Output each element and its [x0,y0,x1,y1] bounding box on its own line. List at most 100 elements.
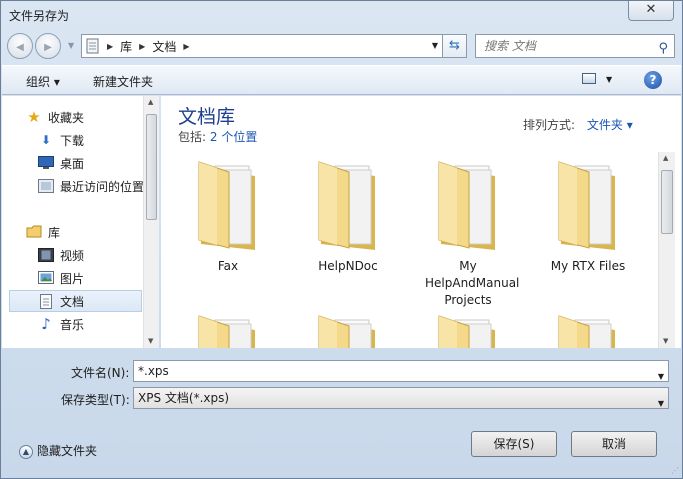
includes-locations-link[interactable]: 2 个位置 [210,130,257,144]
folder-item[interactable] [173,312,283,348]
scrollbar-thumb[interactable] [661,170,673,234]
pictures-icon [38,271,54,285]
sidebar-item-libraries[interactable]: 库 [26,221,60,243]
cancel-button[interactable]: 取消 [571,431,657,457]
folder-icon [318,315,375,348]
filetype-label: 保存类型(T): [61,393,130,407]
breadcrumb-separator-icon: ▶ [139,41,146,51]
scrollbar-thumb[interactable] [146,114,157,220]
sidebar-item-label: 视频 [60,248,85,263]
view-options-icon[interactable] [582,73,596,84]
window-title: 文件另存为 [9,9,70,23]
forward-button[interactable]: ▶ [35,33,61,59]
folder-name: My HelpAndManual Projects [425,259,520,307]
search-icon[interactable]: ⚲ [658,38,668,60]
new-folder-button[interactable]: 新建文件夹 [93,73,153,90]
folder-item[interactable]: My RTX Files [533,158,643,275]
collapse-arrow-icon: ▲ [19,444,33,459]
hide-folders-label: 隐藏文件夹 [37,444,98,458]
scroll-down-icon[interactable]: ▼ [148,337,153,345]
breadcrumb-documents[interactable]: 文档 [152,38,176,55]
library-icon [26,225,42,239]
navigation-scrollbar[interactable]: ▲ ▼ [143,96,159,348]
refresh-icon: ⇆ [449,38,460,53]
resize-grip-icon[interactable]: ⋰ [671,466,679,475]
folder-icon [198,161,255,250]
library-title: 文档库 [178,106,236,128]
recent-pages-chevron-icon[interactable]: ▼ [68,41,74,50]
folder-icon [438,315,495,348]
sidebar-item-downloads[interactable]: ⬇ 下载 [38,129,84,151]
arrange-by-label: 排列方式: [523,118,576,132]
folder-item[interactable] [533,312,643,348]
folder-icon [318,161,375,250]
arrange-by: 排列方式: 文件夹 ▾ [523,116,633,133]
video-icon [38,248,54,262]
folder-icon [438,161,495,250]
folder-icon [198,315,255,348]
sidebar-item-pictures[interactable]: 图片 [38,267,84,289]
sidebar-item-recent-places[interactable]: 最近访问的位置 [38,175,144,197]
scroll-up-icon[interactable]: ▲ [148,98,153,106]
save-as-dialog: 文件另存为 ✕ ◀ ▶ ▼ ▶ 库 ▶ 文档 ▶ ▼ ⇆ 搜索 文档 ⚲ 组织 … [0,0,683,479]
back-arrow-icon: ◀ [16,42,24,53]
star-icon: ★ [27,108,41,126]
breadcrumb-library[interactable]: 库 [120,38,132,55]
view-dropdown-icon[interactable]: ▼ [606,75,612,84]
sidebar-item-desktop[interactable]: 桌面 [38,152,84,174]
sidebar-item-music[interactable]: ♪ 音乐 [38,313,84,335]
organize-menu[interactable]: 组织 ▾ [26,73,60,90]
filetype-value: XPS 文档(*.xps) [138,391,230,405]
close-button[interactable]: ✕ [628,1,674,21]
includes-label: 包括: [178,130,207,144]
hide-folders-toggle[interactable]: ▲ 隐藏文件夹 [19,442,97,459]
filename-dropdown-icon[interactable]: ▼ [658,367,664,387]
folder-item[interactable] [293,312,403,348]
music-icon: ♪ [41,315,51,333]
filetype-dropdown-icon[interactable]: ▼ [658,394,664,414]
address-dropdown-icon[interactable]: ▼ [432,41,438,50]
breadcrumb-separator-icon: ▶ [107,41,114,51]
folder-icon [558,315,615,348]
filename-value: *.xps [138,364,169,378]
folder-name: Fax [217,259,239,273]
sidebar-item-label: 音乐 [60,317,85,332]
filetype-select[interactable]: XPS 文档(*.xps) ▼ [133,387,669,409]
sidebar-item-documents[interactable]: 文档 [9,290,142,312]
title-bar: 文件另存为 ✕ [1,1,682,31]
command-toolbar: 组织 ▾ 新建文件夹 ▼ ? [2,65,681,95]
arrange-by-dropdown[interactable]: 文件夹 ▾ [587,118,633,132]
folder-item[interactable]: Fax [173,158,283,275]
library-includes: 包括: 2 个位置 [178,128,257,145]
folder-icon [558,161,615,250]
scroll-up-icon[interactable]: ▲ [663,154,668,162]
sidebar-item-videos[interactable]: 视频 [38,244,84,266]
search-placeholder: 搜索 文档 [484,39,536,53]
sidebar-item-label: 桌面 [60,156,85,171]
folder-item[interactable]: My HelpAndManual Projects [413,158,523,309]
scroll-down-icon[interactable]: ▼ [663,337,668,345]
breadcrumb-separator-icon: ▶ [183,41,190,51]
back-button[interactable]: ◀ [7,33,33,59]
help-icon[interactable]: ? [644,71,662,89]
search-input[interactable]: 搜索 文档 ⚲ [475,34,675,58]
folder-location-icon [86,38,99,54]
content-scrollbar[interactable]: ▲ ▼ [658,152,675,348]
address-bar[interactable]: ▶ 库 ▶ 文档 ▶ ▼ [81,34,443,58]
folder-item[interactable]: HelpNDoc [293,158,403,275]
desktop-icon [38,156,54,170]
refresh-button[interactable]: ⇆ [443,34,467,58]
sidebar-item-favorites[interactable]: ★ 收藏夹 [26,106,84,128]
file-list-pane: 文档库 包括: 2 个位置 排列方式: 文件夹 ▾ Fax HelpNDoc M… [161,96,681,348]
sidebar-item-label: 图片 [60,271,85,286]
sidebar-item-label: 库 [48,225,61,240]
folder-name: HelpNDoc [318,259,378,273]
filename-label: 文件名(N): [71,366,130,380]
download-folder-icon: ⬇ [40,133,52,147]
sidebar-item-label: 收藏夹 [48,110,85,125]
recent-places-icon [38,179,54,193]
folder-item[interactable] [413,312,523,348]
filename-field[interactable]: *.xps ▼ [133,360,669,382]
sidebar-item-label: 文档 [60,294,85,309]
save-button[interactable]: 保存(S) [471,431,557,457]
